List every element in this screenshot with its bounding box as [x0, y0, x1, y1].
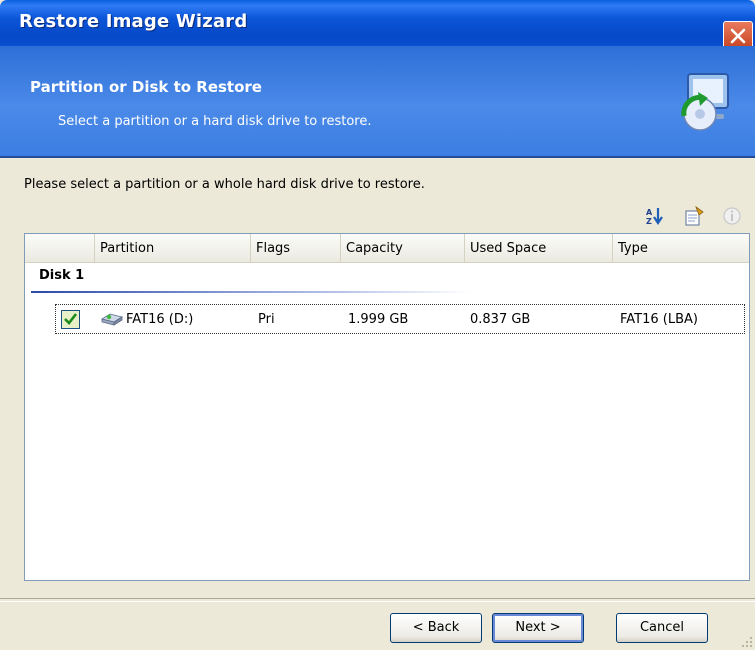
wizard-header: Partition or Disk to Restore Select a pa… [0, 46, 755, 158]
title-bar: Restore Image Wizard [0, 0, 755, 51]
row-checkbox[interactable] [61, 310, 80, 329]
column-type[interactable]: Type [612, 234, 749, 262]
info-icon[interactable] [722, 206, 742, 226]
window-title: Restore Image Wizard [19, 11, 248, 32]
next-button[interactable]: Next > [492, 613, 584, 643]
column-capacity[interactable]: Capacity [340, 234, 464, 262]
cell-type: FAT16 (LBA) [620, 312, 698, 327]
properties-icon[interactable] [684, 206, 704, 226]
column-select[interactable] [25, 234, 53, 262]
svg-text:Z: Z [646, 217, 652, 226]
sort-icon[interactable]: A Z [645, 206, 665, 226]
instruction-text: Please select a partition or a whole har… [24, 177, 425, 192]
column-used-space[interactable]: Used Space [464, 234, 612, 262]
close-icon [730, 28, 746, 44]
svg-text:A: A [646, 208, 653, 217]
column-partition[interactable]: Partition [94, 234, 250, 262]
table-row[interactable]: FAT16 (D:) Pri 1.999 GB 0.837 GB FAT16 (… [55, 304, 745, 334]
cell-capacity: 1.999 GB [348, 312, 409, 327]
restore-wizard-icon [681, 73, 729, 131]
resize-grip-icon[interactable] [739, 634, 753, 648]
partition-drive-icon [100, 313, 124, 326]
group-divider [31, 291, 471, 293]
checkmark-icon [64, 313, 78, 325]
cell-flags: Pri [258, 312, 275, 327]
cancel-button[interactable]: Cancel [616, 613, 708, 643]
group-disk-1: Disk 1 [39, 268, 85, 283]
cell-partition: FAT16 (D:) [126, 312, 194, 327]
step-title: Partition or Disk to Restore [30, 78, 262, 96]
partition-list[interactable]: Partition Flags Capacity Used Space Type… [24, 233, 750, 581]
cell-used-space: 0.837 GB [470, 312, 531, 327]
column-header: Partition Flags Capacity Used Space Type [25, 234, 749, 263]
footer-divider [0, 598, 755, 602]
step-subtitle: Select a partition or a hard disk drive … [58, 114, 372, 129]
column-flags[interactable]: Flags [250, 234, 340, 262]
back-button[interactable]: < Back [390, 613, 482, 643]
